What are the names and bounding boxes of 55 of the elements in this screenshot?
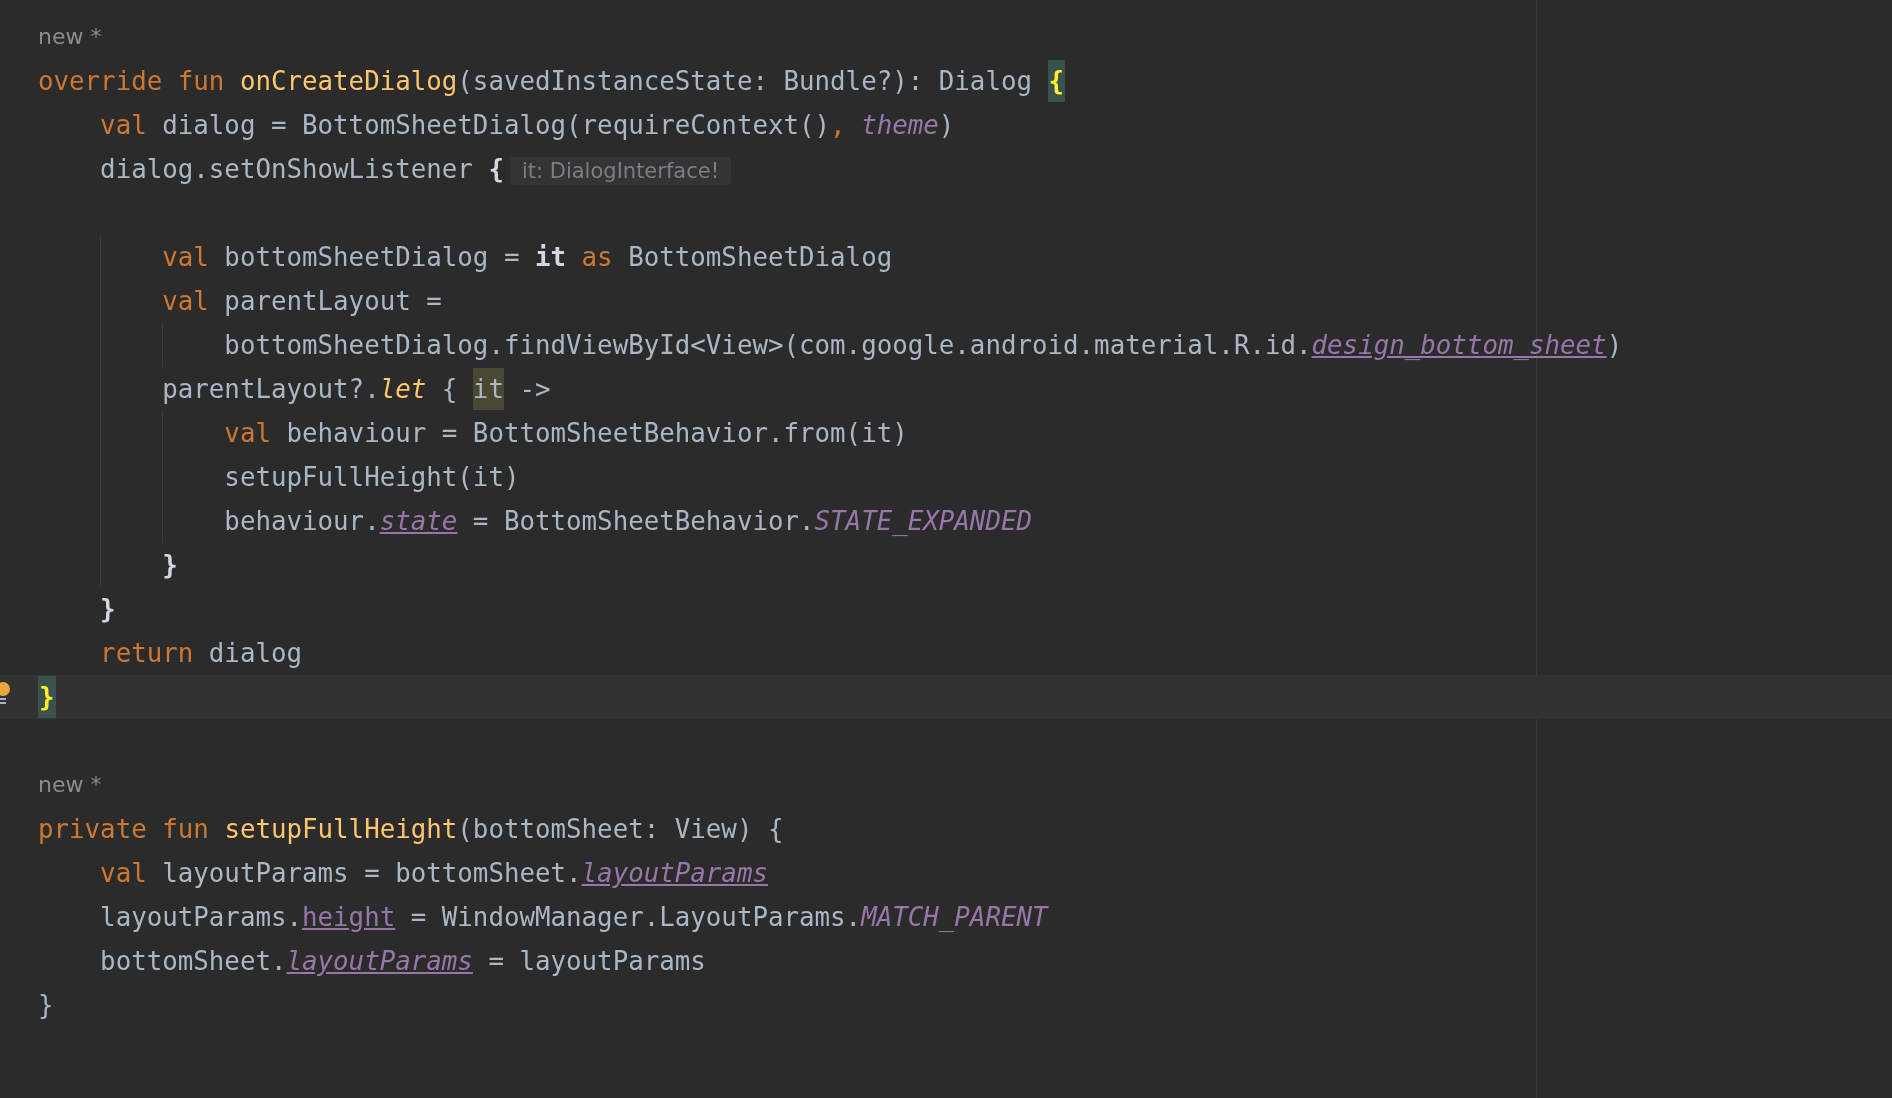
function-name: setupFullHeight: [224, 814, 458, 844]
keyword-text: as: [580, 242, 614, 272]
keyword-text: val: [100, 110, 148, 140]
code-vision-annotation[interactable]: new *: [0, 763, 1892, 807]
code-vision-annotation[interactable]: new *: [0, 15, 1892, 59]
code-text: layoutParams.: [100, 902, 302, 932]
code-text: }: [100, 594, 116, 624]
highlighted-usage: it: [472, 368, 504, 410]
keyword-text: val: [100, 858, 148, 888]
code-text: it: [535, 242, 567, 272]
code-text: parentLayout =: [224, 286, 442, 316]
code-text: (savedInstanceState: Bundle?): Dialog: [457, 66, 1033, 96]
code-text: ->: [518, 374, 551, 404]
keyword-text: val: [162, 242, 210, 272]
keyword-text: ,: [830, 110, 847, 140]
property-text: state: [379, 506, 458, 536]
code-editor[interactable]: [0, 0, 1892, 1098]
code-text: dialog.setOnShowListener: [100, 154, 474, 184]
code-text: = BottomSheetBehavior.: [471, 506, 815, 536]
matched-brace: {: [1047, 60, 1066, 102]
code-text: (bottomSheet: View) {: [457, 814, 784, 844]
code-text: }: [162, 550, 178, 580]
code-text: ): [938, 110, 955, 140]
code-text: {: [488, 154, 504, 184]
property-text: layoutParams: [286, 946, 473, 976]
code-text: dialog = BottomSheetDialog(requireContext(): [162, 110, 831, 140]
code-text: bottomSheetDialog.findViewById<View>(com.google.android.material.R.id.: [224, 330, 1312, 360]
code-text: behaviour.: [224, 506, 380, 536]
code-text: setupFullHeight(it): [224, 462, 520, 492]
code-text: dialog: [208, 638, 302, 668]
constant-text: theme: [861, 110, 939, 140]
code-text: bottomSheetDialog =: [224, 242, 521, 272]
property-text: design_bottom_sheet: [1311, 330, 1607, 360]
code-text: = layoutParams: [487, 946, 706, 976]
function-call: let: [379, 374, 427, 404]
constant-text: STATE_EXPANDED: [814, 506, 1032, 536]
code-text: layoutParams = bottomSheet.: [162, 858, 582, 888]
keyword-text: return: [100, 638, 195, 668]
code-text: behaviour = BottomSheetBehavior.from(it): [286, 418, 908, 448]
code-text: }: [38, 990, 54, 1020]
constant-text: MATCH_PARENT: [861, 902, 1048, 932]
code-text: BottomSheetDialog: [628, 242, 893, 272]
keyword-text: override fun: [38, 66, 226, 96]
code-text: bottomSheet.: [100, 946, 287, 976]
keyword-text: val: [162, 286, 210, 316]
property-text: layoutParams: [581, 858, 768, 888]
code-text: parentLayout?.: [162, 374, 380, 404]
keyword-text: private fun: [38, 814, 210, 844]
function-name: onCreateDialog: [239, 66, 458, 96]
inlay-hint: it: DialogInterface!: [509, 157, 732, 185]
property-text: height: [302, 902, 396, 932]
code-text: {: [440, 374, 459, 404]
code-text: ): [1606, 330, 1623, 360]
keyword-text: val: [224, 418, 272, 448]
matched-brace: }: [38, 676, 56, 718]
